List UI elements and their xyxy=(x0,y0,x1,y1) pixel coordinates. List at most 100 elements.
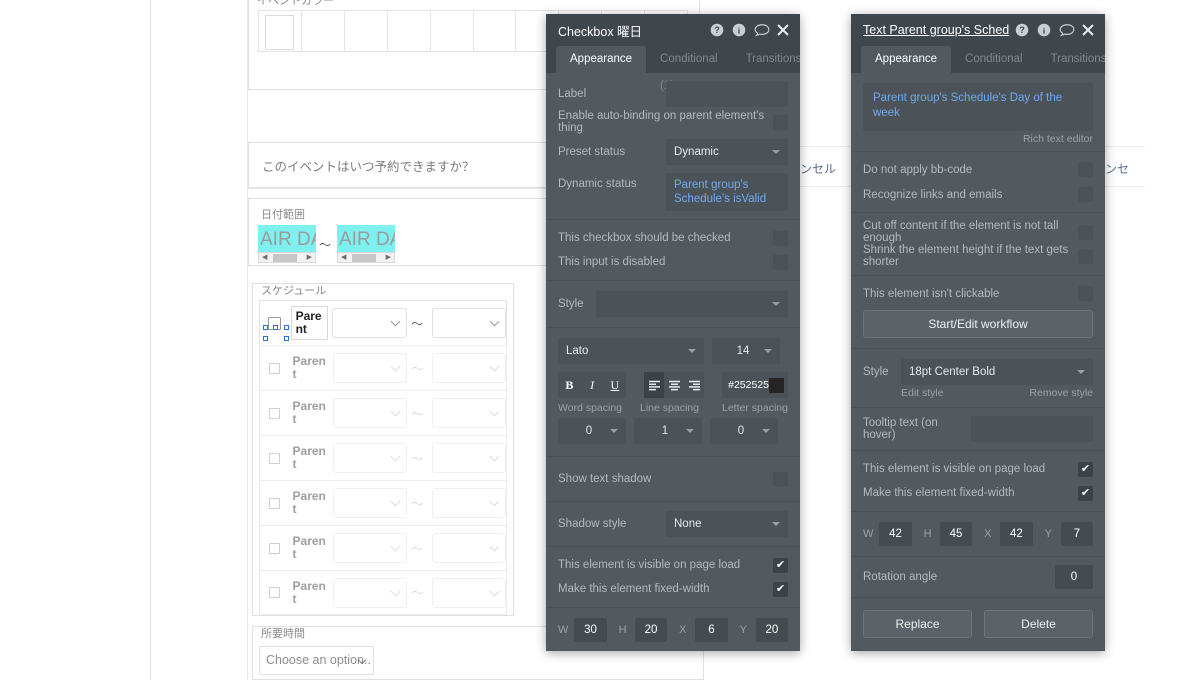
auto-binding-checkbox[interactable] xyxy=(773,114,788,130)
scroll-thumb[interactable] xyxy=(352,254,376,262)
help-icon[interactable]: ? xyxy=(1015,23,1029,37)
cancel-button-left[interactable]: ンセル xyxy=(800,160,836,177)
replace-button[interactable]: Replace xyxy=(863,610,972,638)
panel-tabs[interactable]: Appearance Conditional (1) Transitions xyxy=(546,46,800,92)
row-checkbox[interactable] xyxy=(260,452,289,464)
row-end-select[interactable] xyxy=(431,533,506,563)
info-icon[interactable]: i xyxy=(1037,23,1051,37)
row-checkbox-selected[interactable] xyxy=(260,316,289,352)
visible-on-load-checkbox[interactable] xyxy=(773,557,788,573)
scroll-left-arrow[interactable]: ◀ xyxy=(262,254,267,262)
fixed-width-checkbox[interactable] xyxy=(773,581,788,597)
table-row[interactable]: Parent ～ xyxy=(259,300,507,352)
tab-transitions[interactable]: Transitions xyxy=(1037,46,1105,73)
rotation-input[interactable]: 0 xyxy=(1055,565,1093,589)
dynamic-status-value[interactable]: Parent group's Schedule's isValid xyxy=(666,173,788,211)
checkbox-box[interactable] xyxy=(268,452,280,464)
style-dropdown[interactable] xyxy=(596,291,788,317)
event-color-swatch[interactable] xyxy=(388,11,431,51)
event-color-swatch[interactable] xyxy=(259,11,302,51)
row-end-select[interactable] xyxy=(431,577,506,608)
row-checkbox[interactable] xyxy=(260,362,289,374)
x-input[interactable]: 42 xyxy=(1000,522,1033,546)
not-clickable-checkbox[interactable] xyxy=(1078,286,1093,301)
underline-button[interactable]: U xyxy=(603,372,626,398)
edit-style-link[interactable]: Edit style xyxy=(901,387,944,399)
cut-off-checkbox[interactable] xyxy=(1078,224,1093,240)
panel-title[interactable]: Text Parent group's Sched xyxy=(863,23,1015,37)
row-start-select[interactable] xyxy=(332,308,407,338)
table-row[interactable]: Parent ～ xyxy=(259,525,507,570)
checkbox-box[interactable] xyxy=(268,362,280,374)
letter-spacing-dropdown[interactable]: 0 xyxy=(710,418,778,444)
table-row[interactable]: Parent ～ xyxy=(259,345,507,390)
row-checkbox[interactable] xyxy=(260,497,289,509)
comment-icon[interactable] xyxy=(754,23,770,37)
align-center-icon[interactable] xyxy=(664,372,684,398)
text-property-editor[interactable]: Text Parent group's Sched ? i Appearance… xyxy=(851,14,1105,651)
font-size-dropdown[interactable]: 14 xyxy=(712,338,780,364)
rich-text-caption[interactable]: Rich text editor xyxy=(851,131,1105,151)
checkbox-box[interactable] xyxy=(268,497,280,509)
width-input[interactable]: 30 xyxy=(574,618,607,642)
recognize-links-checkbox[interactable] xyxy=(1078,187,1093,202)
row-end-select[interactable] xyxy=(431,353,506,383)
row-checkbox[interactable] xyxy=(260,542,289,554)
table-row[interactable]: Parent ～ xyxy=(259,570,507,615)
row-end-select[interactable] xyxy=(431,443,506,473)
font-family-dropdown[interactable]: Lato xyxy=(558,338,704,364)
info-icon[interactable]: i xyxy=(732,23,746,37)
font-color-picker[interactable]: #252525 xyxy=(722,372,788,398)
scroll-right-arrow[interactable]: ▶ xyxy=(307,254,312,262)
date-end-field[interactable]: AIR DATE ◀ ▶ xyxy=(337,225,395,263)
scroll-thumb[interactable] xyxy=(273,254,297,262)
color-swatch[interactable] xyxy=(769,377,784,393)
scroll-left-arrow[interactable]: ◀ xyxy=(341,254,346,262)
y-input[interactable]: 7 xyxy=(1060,522,1094,546)
date-start-scrollbar[interactable]: ◀ ▶ xyxy=(258,252,316,263)
close-icon[interactable] xyxy=(1081,23,1095,37)
tab-transitions[interactable]: Transitions xyxy=(732,46,800,73)
row-end-select[interactable] xyxy=(431,488,506,518)
width-input[interactable]: 42 xyxy=(879,522,912,546)
scroll-right-arrow[interactable]: ▶ xyxy=(386,254,391,262)
tab-appearance[interactable]: Appearance xyxy=(556,46,647,73)
height-input[interactable]: 45 xyxy=(939,522,973,546)
event-color-swatch[interactable] xyxy=(302,11,345,51)
row-start-select[interactable] xyxy=(332,533,407,563)
shadow-style-dropdown[interactable]: None xyxy=(666,511,788,537)
help-icon[interactable]: ? xyxy=(710,23,724,37)
label-input[interactable] xyxy=(666,81,788,107)
row-checkbox[interactable] xyxy=(260,407,289,419)
row-start-select[interactable] xyxy=(332,577,407,608)
comment-icon[interactable] xyxy=(1059,23,1075,37)
cancel-button-right[interactable]: ンセ xyxy=(1105,160,1129,177)
row-start-select[interactable] xyxy=(332,353,407,383)
italic-button[interactable]: I xyxy=(581,372,604,398)
word-spacing-dropdown[interactable]: 0 xyxy=(558,418,626,444)
tab-conditional[interactable]: Conditional xyxy=(951,46,1037,73)
start-edit-workflow-button[interactable]: Start/Edit workflow xyxy=(863,310,1093,338)
text-align-group[interactable] xyxy=(644,372,705,398)
y-input[interactable]: 20 xyxy=(755,618,789,642)
input-disabled-checkbox[interactable] xyxy=(773,254,788,270)
tab-appearance[interactable]: Appearance xyxy=(861,46,952,73)
row-start-select[interactable] xyxy=(332,443,407,473)
panel-tabs[interactable]: Appearance Conditional Transitions xyxy=(851,46,1105,73)
delete-button[interactable]: Delete xyxy=(984,610,1093,638)
date-start-field[interactable]: AIR DATE ◀ ▶ xyxy=(258,225,316,263)
table-row[interactable]: Parent ～ xyxy=(259,435,507,480)
close-icon[interactable] xyxy=(776,23,790,37)
visible-on-load-checkbox[interactable] xyxy=(1078,461,1093,477)
bold-button[interactable]: B xyxy=(558,372,581,398)
duration-select[interactable]: Choose an option.. xyxy=(259,646,374,675)
date-end-scrollbar[interactable]: ◀ ▶ xyxy=(337,252,395,263)
bbcode-checkbox[interactable] xyxy=(1078,162,1093,177)
event-color-swatch[interactable] xyxy=(474,11,517,51)
should-be-checked-checkbox[interactable] xyxy=(773,230,788,246)
row-start-select[interactable] xyxy=(332,398,407,428)
style-dropdown[interactable]: 18pt Center Bold xyxy=(901,359,1093,385)
x-input[interactable]: 6 xyxy=(695,618,728,642)
checkbox-box[interactable] xyxy=(268,407,280,419)
event-color-swatch[interactable] xyxy=(431,11,474,51)
